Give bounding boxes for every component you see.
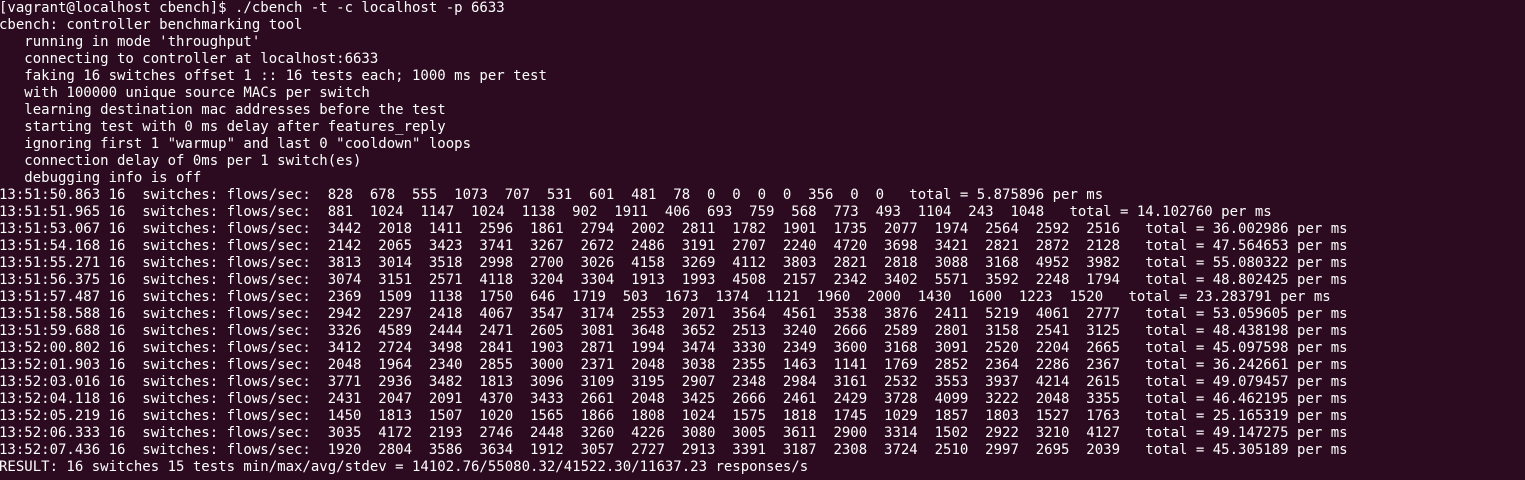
warmup-line: ignoring first 1 "warmup" and last 0 "co… [0, 136, 472, 152]
test-output-line: 13:52:01.903 16 switches: flows/sec: 204… [0, 357, 1348, 373]
controller-connection-line: connecting to controller at localhost:66… [0, 51, 379, 67]
mac-config-line: with 100000 unique source MACs per switc… [0, 85, 370, 101]
tool-title-line: cbench: controller benchmarking tool [0, 17, 303, 33]
delay-line: starting test with 0 ms delay after feat… [0, 119, 446, 135]
test-output-line: 13:51:53.067 16 switches: flows/sec: 344… [0, 221, 1348, 237]
test-output-line: 13:52:04.118 16 switches: flows/sec: 243… [0, 391, 1348, 407]
test-output-line: 13:51:54.168 16 switches: flows/sec: 214… [0, 238, 1348, 254]
test-output-line: 13:51:56.375 16 switches: flows/sec: 307… [0, 272, 1348, 288]
terminal-window[interactable]: [vagrant@localhost cbench]$ ./cbench -t … [0, 0, 1525, 480]
command-prompt-line: [vagrant@localhost cbench]$ ./cbench -t … [0, 0, 505, 16]
test-output-line: 13:51:57.487 16 switches: flows/sec: 236… [0, 289, 1331, 305]
debug-info-line: debugging info is off [0, 170, 202, 186]
mode-line: running in mode 'throughput' [0, 34, 261, 50]
test-output-line: 13:52:07.436 16 switches: flows/sec: 192… [0, 442, 1348, 458]
test-output-line: 13:51:51.965 16 switches: flows/sec: 881… [0, 204, 1272, 220]
test-output-line: 13:52:03.016 16 switches: flows/sec: 377… [0, 374, 1348, 390]
learning-line: learning destination mac addresses befor… [0, 102, 446, 118]
switch-config-line: faking 16 switches offset 1 :: 16 tests … [0, 68, 547, 84]
test-output-line: 13:51:50.863 16 switches: flows/sec: 828… [0, 187, 1104, 203]
test-output-line: 13:52:00.802 16 switches: flows/sec: 341… [0, 340, 1348, 356]
test-output-line: 13:52:06.333 16 switches: flows/sec: 303… [0, 425, 1348, 441]
test-output-line: 13:51:55.271 16 switches: flows/sec: 381… [0, 255, 1348, 271]
test-output-line: 13:51:58.588 16 switches: flows/sec: 294… [0, 306, 1348, 322]
test-output-line: 13:52:05.219 16 switches: flows/sec: 145… [0, 408, 1348, 424]
test-output-line: 13:51:59.688 16 switches: flows/sec: 332… [0, 323, 1348, 339]
result-summary-line: RESULT: 16 switches 15 tests min/max/avg… [0, 459, 809, 475]
connection-delay-line: connection delay of 0ms per 1 switch(es) [0, 153, 362, 169]
